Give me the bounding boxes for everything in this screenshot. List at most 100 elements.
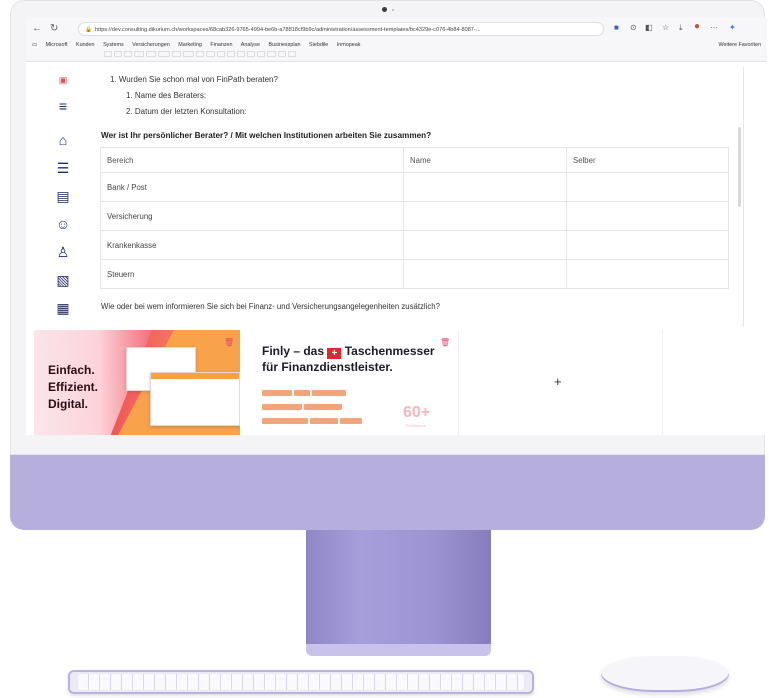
avatar[interactable]: ● xyxy=(694,21,700,32)
column-header-bereich: Bereich xyxy=(100,147,404,173)
menu-icon[interactable]: ≡ xyxy=(54,97,72,115)
toolbar-button[interactable] xyxy=(134,51,144,57)
slogan-line: Effizient. xyxy=(48,380,98,394)
bookmark-businessplan[interactable]: Businessplan xyxy=(268,42,300,48)
selber-cell[interactable] xyxy=(566,230,729,260)
split-icon[interactable]: ◧ xyxy=(645,23,653,32)
assessment-form: 1. Wurden Sie schon mal von FinPath bera… xyxy=(94,67,734,327)
selber-cell[interactable] xyxy=(566,259,729,289)
table-header-row: Bereich Name Selber xyxy=(100,147,729,173)
camera-icon xyxy=(382,7,387,12)
name-cell[interactable] xyxy=(403,201,567,231)
browser-chrome: ← ↻ 🔒 https://dev.consulting.dikurium.ch/… xyxy=(26,17,767,62)
toolbar-button[interactable] xyxy=(124,51,133,57)
imac-chin xyxy=(10,455,765,530)
toolbar-button[interactable] xyxy=(104,51,113,57)
download-icon[interactable]: ⤓ xyxy=(679,23,683,33)
promo-banner-finly[interactable]: Finly – das + Taschenmesser für Finanzdi… xyxy=(240,330,458,435)
user-search-icon[interactable]: ♙ xyxy=(54,243,72,261)
add-icon[interactable]: + xyxy=(554,374,562,389)
bookmark-settings-icon[interactable]: ▭ xyxy=(32,42,37,48)
name-cell[interactable] xyxy=(403,230,567,260)
address-bar[interactable]: 🔒 https://dev.consulting.dikurium.ch/work… xyxy=(78,22,604,36)
banner-title: Finly – das + Taschenmesser für Finanzdi… xyxy=(262,343,435,375)
toolbar-button[interactable] xyxy=(277,51,286,57)
trash-icon[interactable]: 🗑 xyxy=(224,338,234,347)
banner-title-part2: Taschenmesser xyxy=(344,344,435,358)
document-icon[interactable]: ▤ xyxy=(54,187,72,205)
reload-button[interactable]: ↻ xyxy=(50,23,58,34)
favorites-icon[interactable]: ☆ xyxy=(662,23,669,32)
app-sidebar: ▣ ≡ ⌂ ☰ ▤ ☺ ♙ ▧ ▦ ∞ xyxy=(46,61,80,340)
calculator-icon[interactable]: ▦ xyxy=(54,299,72,317)
promo-banner-left[interactable]: Einfach. Effizient. Digital. 🗑 xyxy=(34,330,240,435)
keyboard-keys xyxy=(78,674,524,690)
bookmark-finanzen[interactable]: Finanzen xyxy=(210,42,232,48)
feature-chip xyxy=(310,418,338,424)
home-icon[interactable]: ⌂ xyxy=(54,131,72,149)
toolbar-button[interactable] xyxy=(183,51,194,57)
bookmark-kunden[interactable]: Kunden xyxy=(76,42,95,48)
toolbar-button[interactable] xyxy=(216,51,225,57)
row-label: Bank / Post xyxy=(100,172,404,202)
table-row: Krankenkasse xyxy=(100,230,729,260)
back-button[interactable]: ← xyxy=(32,23,42,34)
row-label: Krankenkasse xyxy=(100,230,404,260)
users-icon[interactable]: ☺ xyxy=(54,215,72,233)
notification-icon[interactable]: ▣ xyxy=(54,71,72,89)
feature-chip xyxy=(304,404,342,410)
column-header-selber: Selber xyxy=(566,147,729,173)
bookmark-analyse[interactable]: Analyse xyxy=(241,42,260,48)
question-1-sub-1: 1. Name des Beraters: xyxy=(126,91,207,100)
trash-icon[interactable]: 🗑 xyxy=(440,338,450,347)
slogan-line: Einfach. xyxy=(48,363,95,377)
feature-chip xyxy=(262,404,302,410)
extension-icon[interactable]: ■ xyxy=(614,23,619,32)
toolbar-button[interactable] xyxy=(287,51,296,57)
toolbar-button[interactable] xyxy=(114,51,123,57)
editor-toolbar xyxy=(104,51,298,57)
copilot-icon[interactable]: ✦ xyxy=(729,23,736,32)
toolbar-button[interactable] xyxy=(247,51,256,57)
record-icon[interactable]: ⊙ xyxy=(630,23,637,32)
selber-cell[interactable] xyxy=(566,172,729,202)
toolbar-button[interactable] xyxy=(226,51,236,57)
toolbar-button[interactable] xyxy=(145,51,156,57)
address-url: https://dev.consulting.dikurium.ch/works… xyxy=(94,27,481,33)
toolbar-button[interactable] xyxy=(237,51,246,57)
toolbar-button[interactable] xyxy=(172,51,182,57)
add-banner-slot[interactable]: + xyxy=(458,330,663,435)
mockup-header xyxy=(151,373,239,379)
bookmark-siebdile[interactable]: Siebdile xyxy=(309,42,328,48)
more-icon[interactable]: ··· xyxy=(710,23,718,32)
slogan-line: Digital. xyxy=(48,397,89,411)
lock-icon: 🔒 xyxy=(85,27,92,33)
row-label: Steuern xyxy=(100,259,404,289)
banner-title-line2: für Finanzdienstleister. xyxy=(262,360,393,374)
keyboard xyxy=(68,670,534,694)
bookmark-microsoft[interactable]: Microsoft xyxy=(46,42,68,48)
toolbar-button[interactable] xyxy=(257,51,266,57)
toolbar-button[interactable] xyxy=(195,51,204,57)
bookmark-inmopeak[interactable]: Inmopeak xyxy=(337,42,361,48)
feature-count-label: Funktionen xyxy=(406,423,426,428)
camera-sensor xyxy=(392,9,394,11)
feature-chip xyxy=(262,418,308,424)
bookmark-systems[interactable]: Systems xyxy=(103,42,124,48)
toolbar-button[interactable] xyxy=(157,51,171,57)
checklist-icon[interactable]: ☰ xyxy=(54,159,72,177)
selber-cell[interactable] xyxy=(566,201,729,231)
toolbar-button[interactable] xyxy=(267,51,276,57)
mouse xyxy=(601,656,729,692)
name-cell[interactable] xyxy=(403,172,567,202)
bookmark-more[interactable]: Weitere Favoriten xyxy=(719,42,761,48)
question-1: 1. Wurden Sie schon mal von FinPath bera… xyxy=(110,75,278,84)
name-cell[interactable] xyxy=(403,259,567,289)
toolbar-button[interactable] xyxy=(205,51,215,57)
bookmark-marketing[interactable]: Marketing xyxy=(178,42,202,48)
bookmark-versicherungen[interactable]: Versicherungen xyxy=(132,42,169,48)
scrollbar[interactable] xyxy=(738,127,741,207)
banner-slogan: Einfach. Effizient. Digital. xyxy=(48,362,98,413)
clipboard-icon[interactable]: ▧ xyxy=(54,271,72,289)
screen: ← ↻ 🔒 https://dev.consulting.dikurium.ch/… xyxy=(26,17,767,435)
